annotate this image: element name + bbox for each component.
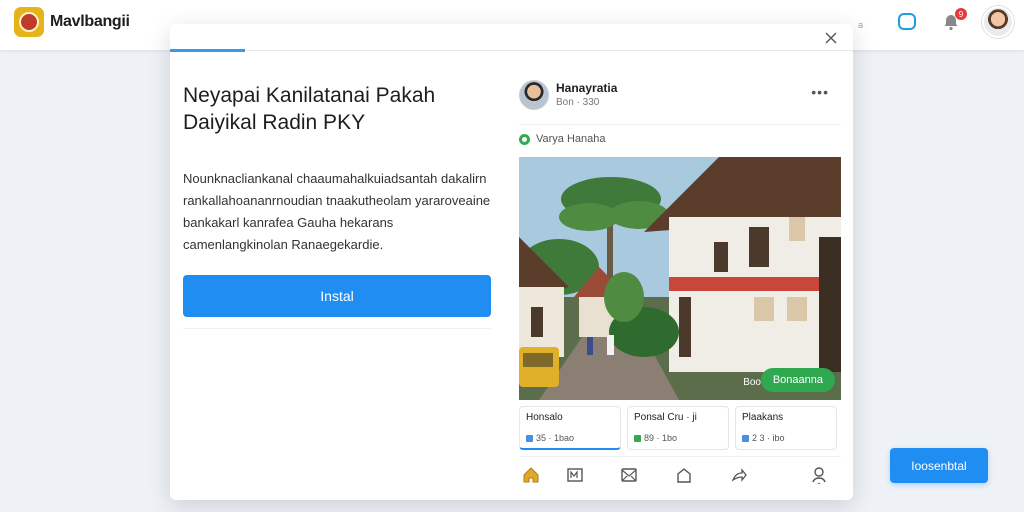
stat-icon [742, 434, 749, 442]
post-location: Varya Hanaha [519, 125, 841, 153]
install-button[interactable]: Instal [183, 275, 491, 317]
post-image[interactable]: Boo Bonaanna [519, 157, 841, 400]
mail-icon[interactable] [619, 465, 639, 485]
stat-card-value: 2 3 · ibo [752, 433, 785, 443]
village-photo [519, 157, 841, 400]
stat-card[interactable]: Ponsal Cru · ji 89 · 1bo [627, 406, 729, 450]
stat-card-title: Honsalo [526, 412, 563, 423]
modal-progress-track [170, 49, 853, 52]
post-meta: Bon · 330 [556, 97, 600, 108]
notifications-button[interactable]: 9 [938, 8, 967, 35]
stat-card[interactable]: Honsalo 35 · 1bao [519, 406, 621, 450]
author-name[interactable]: Hanayratia [556, 81, 617, 95]
floating-action-button[interactable]: Ioosenbtal [890, 448, 988, 483]
app-name: Mavlbangii [50, 13, 130, 30]
stat-cards: Honsalo 35 · 1bao Ponsal Cru · ji 89 · 1… [519, 406, 841, 450]
user-avatar[interactable] [982, 6, 1014, 38]
close-icon [825, 32, 837, 44]
notification-badge: 9 [955, 8, 967, 20]
post-header: Hanayratia Bon · 330 ••• [519, 76, 841, 116]
follow-button[interactable]: Bonaanna [760, 368, 835, 392]
image-caption: Boo [743, 377, 761, 388]
modal-description: Nounknacliankanal chaaumahalkuiadsantah … [183, 171, 491, 252]
stat-card-value: 89 · 1bo [644, 433, 678, 443]
location-label: Varya Hanaha [536, 133, 606, 145]
news-icon[interactable] [565, 465, 585, 485]
shop-icon[interactable] [674, 465, 694, 485]
author-avatar[interactable] [519, 80, 549, 110]
stat-icon [634, 434, 641, 442]
post-preview: Hanayratia Bon · 330 ••• Varya Hanaha Bo… [519, 76, 841, 490]
home-icon[interactable] [521, 465, 541, 485]
install-modal: Neyapai Kanilatanai Pakah Daiyikal Radin… [170, 24, 853, 500]
location-pin-icon [519, 133, 530, 145]
stat-icon [526, 434, 533, 442]
stat-card-title: Ponsal Cru · ji [634, 412, 697, 423]
app-logo[interactable]: Mavlbangii [14, 7, 130, 37]
more-options-icon[interactable]: ••• [811, 84, 829, 100]
modal-content: Neyapai Kanilatanai Pakah Daiyikal Radin… [183, 82, 493, 256]
modal-title: Neyapai Kanilatanai Pakah Daiyikal Radin… [183, 84, 436, 134]
profile-icon[interactable] [809, 465, 829, 485]
modal-progress-fill [170, 49, 246, 52]
logo-badge-icon [14, 7, 44, 37]
chat-icon[interactable] [894, 9, 920, 35]
share-icon[interactable] [729, 465, 749, 485]
close-button[interactable] [821, 28, 841, 48]
stat-card-title: Plaakans [742, 412, 784, 423]
stat-card-value: 35 · 1bao [536, 433, 575, 443]
stat-card[interactable]: Plaakans 2 3 · ibo [735, 406, 837, 450]
post-action-bar [519, 456, 841, 490]
divider [183, 328, 491, 329]
topbar-hint: a [858, 20, 864, 30]
